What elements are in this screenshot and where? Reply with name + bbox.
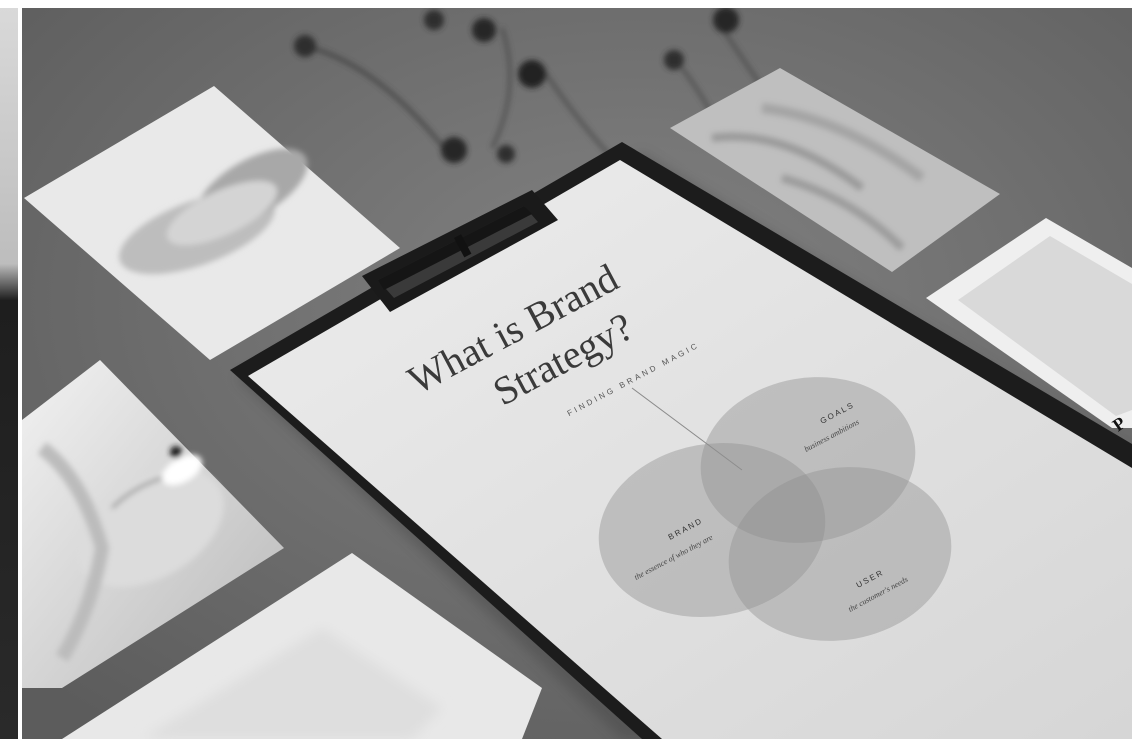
adjacent-photo-strip xyxy=(0,8,18,739)
brand-strategy-photo: P What is Brand Strategy? FINDING BRAND … xyxy=(22,8,1132,739)
photo-illustration: P What is Brand Strategy? FINDING BRAND … xyxy=(22,8,1132,739)
